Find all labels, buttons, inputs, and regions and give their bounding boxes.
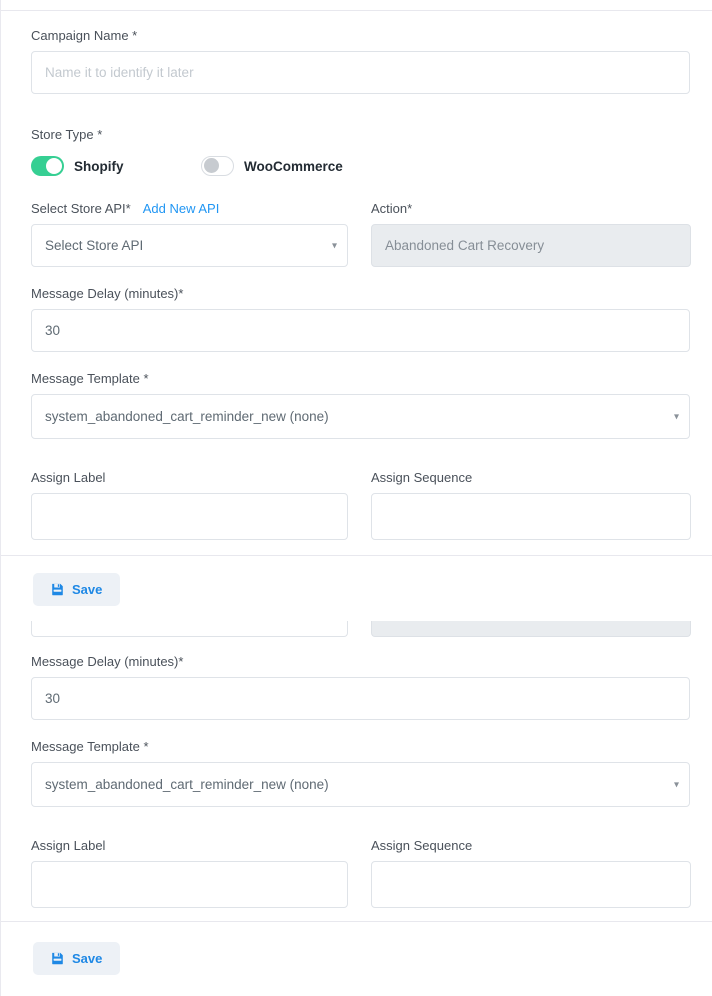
action-field: Action* Abandoned Cart Recovery bbox=[371, 201, 691, 267]
store-type-option-shopify[interactable]: Shopify bbox=[31, 156, 201, 176]
store-api-select-clipped[interactable] bbox=[31, 621, 348, 637]
message-template-select-value: system_abandoned_cart_reminder_new (none… bbox=[45, 409, 329, 424]
assign-label-label: Assign Label bbox=[31, 838, 348, 853]
message-template-field: Message Template * system_abandoned_cart… bbox=[31, 371, 690, 439]
assign-sequence-input[interactable] bbox=[371, 493, 691, 540]
message-delay-field: Message Delay (minutes)* bbox=[31, 286, 690, 352]
shopify-toggle[interactable] bbox=[31, 156, 64, 176]
assign-sequence-label: Assign Sequence bbox=[371, 470, 691, 485]
store-api-label: Select Store API* bbox=[31, 201, 131, 216]
campaign-form-page: Campaign Name * Store Type * Shopify Woo… bbox=[0, 0, 712, 996]
add-new-api-link[interactable]: Add New API bbox=[143, 201, 220, 216]
campaign-name-input[interactable] bbox=[31, 51, 690, 94]
campaign-name-field: Campaign Name * bbox=[31, 28, 690, 94]
top-divider bbox=[1, 0, 712, 11]
store-type-toggles: Shopify WooCommerce bbox=[31, 156, 690, 176]
chevron-down-icon: ▾ bbox=[332, 240, 337, 251]
store-api-select[interactable]: Select Store API ▾ bbox=[31, 224, 348, 267]
chevron-down-icon: ▾ bbox=[674, 779, 679, 790]
save-button-label: Save bbox=[72, 582, 102, 597]
save-button[interactable]: Save bbox=[33, 942, 120, 975]
message-delay-input[interactable] bbox=[31, 677, 690, 720]
message-template-select-value: system_abandoned_cart_reminder_new (none… bbox=[45, 777, 329, 792]
store-type-label: Store Type * bbox=[31, 127, 690, 142]
toggle-knob bbox=[46, 158, 62, 174]
message-delay-label: Message Delay (minutes)* bbox=[31, 654, 690, 669]
save-button[interactable]: Save bbox=[33, 573, 120, 606]
shopify-toggle-label: Shopify bbox=[74, 159, 124, 174]
campaign-form-secondary: Message Delay (minutes)* Message Templat… bbox=[1, 637, 712, 908]
campaign-name-label: Campaign Name * bbox=[31, 28, 690, 43]
assign-label-input[interactable] bbox=[31, 493, 348, 540]
clipped-fields-row bbox=[1, 621, 712, 637]
store-api-action-row: Select Store API* Add New API Select Sto… bbox=[31, 201, 690, 267]
toggle-knob bbox=[204, 158, 219, 173]
message-delay-input[interactable] bbox=[31, 309, 690, 352]
assign-label-field: Assign Label bbox=[31, 838, 348, 908]
save-icon bbox=[51, 952, 64, 965]
chevron-down-icon: ▾ bbox=[674, 411, 679, 422]
assign-row: Assign Label Assign Sequence bbox=[31, 470, 690, 540]
action-input-clipped bbox=[371, 621, 691, 637]
message-template-label: Message Template * bbox=[31, 739, 690, 754]
message-template-label: Message Template * bbox=[31, 371, 690, 386]
form-footer-secondary: Save bbox=[1, 922, 712, 975]
action-input: Abandoned Cart Recovery bbox=[371, 224, 691, 267]
woocommerce-toggle[interactable] bbox=[201, 156, 234, 176]
assign-sequence-field: Assign Sequence bbox=[371, 838, 691, 908]
message-template-field: Message Template * system_abandoned_cart… bbox=[31, 739, 690, 807]
message-delay-field: Message Delay (minutes)* bbox=[31, 654, 690, 720]
message-template-select[interactable]: system_abandoned_cart_reminder_new (none… bbox=[31, 762, 690, 807]
store-api-select-value: Select Store API bbox=[45, 238, 143, 253]
message-delay-label: Message Delay (minutes)* bbox=[31, 286, 690, 301]
assign-label-input[interactable] bbox=[31, 861, 348, 908]
store-api-field: Select Store API* Add New API Select Sto… bbox=[31, 201, 348, 267]
assign-sequence-label: Assign Sequence bbox=[371, 838, 691, 853]
campaign-form-primary: Campaign Name * Store Type * Shopify Woo… bbox=[1, 11, 712, 540]
save-icon bbox=[51, 583, 64, 596]
message-template-select[interactable]: system_abandoned_cart_reminder_new (none… bbox=[31, 394, 690, 439]
assign-row: Assign Label Assign Sequence bbox=[31, 838, 690, 908]
form-footer-primary: Save bbox=[1, 556, 712, 606]
store-type-option-woocommerce[interactable]: WooCommerce bbox=[201, 156, 343, 176]
assign-label-label: Assign Label bbox=[31, 470, 348, 485]
woocommerce-toggle-label: WooCommerce bbox=[244, 159, 343, 174]
action-label: Action* bbox=[371, 201, 691, 216]
store-type-field: Store Type * Shopify WooCommerce bbox=[31, 127, 690, 176]
assign-label-field: Assign Label bbox=[31, 470, 348, 540]
save-button-label: Save bbox=[72, 951, 102, 966]
assign-sequence-input[interactable] bbox=[371, 861, 691, 908]
assign-sequence-field: Assign Sequence bbox=[371, 470, 691, 540]
